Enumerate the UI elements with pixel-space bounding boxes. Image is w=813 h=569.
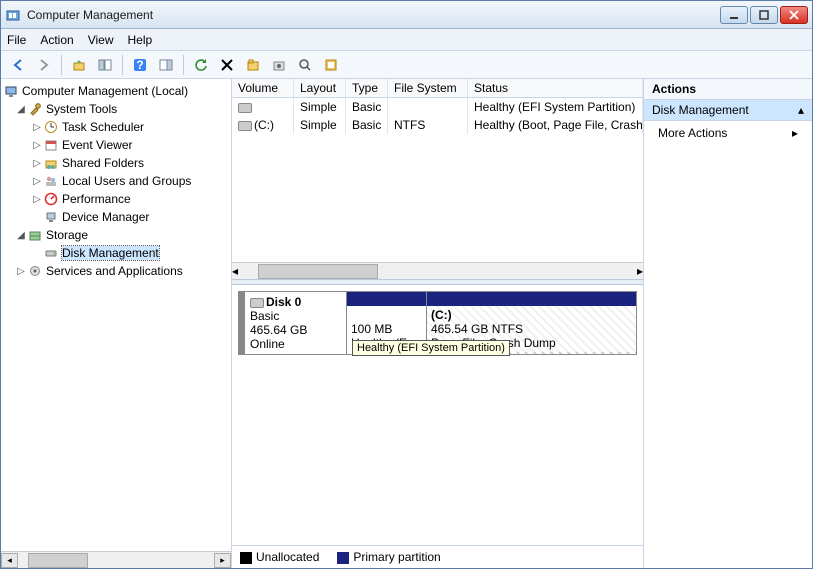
settings-button[interactable] bbox=[268, 54, 290, 76]
app-icon bbox=[5, 7, 21, 23]
window-title: Computer Management bbox=[27, 8, 720, 22]
disk-state: Online bbox=[250, 337, 341, 351]
tree-system-tools[interactable]: ◢ System Tools bbox=[1, 100, 231, 118]
col-status[interactable]: Status bbox=[468, 79, 643, 97]
collapse-icon[interactable]: ◢ bbox=[15, 230, 27, 241]
help-button[interactable]: ? bbox=[129, 54, 151, 76]
volume-row[interactable]: (C:) Simple Basic NTFS Healthy (Boot, Pa… bbox=[232, 116, 643, 134]
expand-icon[interactable]: ▷ bbox=[15, 266, 27, 277]
menubar: File Action View Help bbox=[1, 29, 812, 51]
tree-scrollbar[interactable]: ◂▸ bbox=[1, 551, 231, 568]
center-panel: Volume Layout Type File System Status Si… bbox=[232, 79, 644, 568]
volume-icon bbox=[238, 121, 252, 131]
actions-panel: Actions Disk Management ▴ More Actions ▸ bbox=[644, 79, 812, 568]
device-icon bbox=[43, 209, 59, 225]
expand-icon[interactable]: ▷ bbox=[31, 158, 43, 169]
tree-task-scheduler[interactable]: ▷ Task Scheduler bbox=[1, 118, 231, 136]
partition-size: 465.54 GB NTFS bbox=[431, 322, 632, 336]
minimize-button[interactable] bbox=[720, 6, 748, 24]
toolbar: ? bbox=[1, 51, 812, 79]
expand-icon[interactable]: ▷ bbox=[31, 122, 43, 133]
col-volume[interactable]: Volume bbox=[232, 79, 294, 97]
properties-button[interactable] bbox=[242, 54, 264, 76]
tree-storage[interactable]: ◢ Storage bbox=[1, 226, 231, 244]
storage-icon bbox=[27, 227, 43, 243]
event-icon bbox=[43, 137, 59, 153]
disk-icon bbox=[43, 245, 59, 261]
disk-label: Disk 0 bbox=[266, 295, 301, 309]
tree-disk-management[interactable]: Disk Management bbox=[1, 244, 231, 262]
expand-icon[interactable]: ▷ bbox=[31, 194, 43, 205]
users-icon bbox=[43, 173, 59, 189]
tree-event-viewer[interactable]: ▷ Event Viewer bbox=[1, 136, 231, 154]
computer-icon bbox=[3, 83, 19, 99]
back-button[interactable] bbox=[7, 54, 29, 76]
tools-icon bbox=[27, 101, 43, 117]
disk-info: Disk 0 Basic 465.64 GB Online bbox=[239, 292, 347, 354]
show-hide-tree-button[interactable] bbox=[94, 54, 116, 76]
collapse-icon[interactable]: ◢ bbox=[15, 104, 27, 115]
titlebar: Computer Management bbox=[1, 1, 812, 29]
close-button[interactable] bbox=[780, 6, 808, 24]
volume-list-header: Volume Layout Type File System Status bbox=[232, 79, 643, 98]
menu-help[interactable]: Help bbox=[128, 33, 153, 47]
forward-button[interactable] bbox=[33, 54, 55, 76]
navigation-tree-panel: Computer Management (Local) ◢ System Too… bbox=[1, 79, 232, 568]
shared-folder-icon bbox=[43, 155, 59, 171]
partition-size: 100 MB bbox=[351, 322, 422, 336]
actions-header: Actions bbox=[644, 79, 812, 100]
menu-file[interactable]: File bbox=[7, 33, 26, 47]
tree-root[interactable]: Computer Management (Local) bbox=[1, 82, 231, 100]
refresh-button[interactable] bbox=[190, 54, 212, 76]
maximize-button[interactable] bbox=[750, 6, 778, 24]
volume-row[interactable]: Simple Basic Healthy (EFI System Partiti… bbox=[232, 98, 643, 116]
volume-scrollbar[interactable]: ◂▸ bbox=[232, 262, 643, 279]
col-type[interactable]: Type bbox=[346, 79, 388, 97]
up-button[interactable] bbox=[68, 54, 90, 76]
clock-icon bbox=[43, 119, 59, 135]
submenu-icon: ▸ bbox=[792, 126, 798, 140]
extra-button[interactable] bbox=[320, 54, 342, 76]
svg-text:?: ? bbox=[136, 58, 143, 72]
legend: Unallocated Primary partition bbox=[232, 545, 643, 568]
legend-swatch-primary bbox=[337, 552, 349, 564]
partition-name: (C:) bbox=[431, 308, 452, 322]
volume-icon bbox=[238, 103, 252, 113]
services-icon bbox=[27, 263, 43, 279]
show-hide-action-button[interactable] bbox=[155, 54, 177, 76]
legend-swatch-unallocated bbox=[240, 552, 252, 564]
disk-icon bbox=[250, 298, 264, 308]
performance-icon bbox=[43, 191, 59, 207]
tree-services-apps[interactable]: ▷ Services and Applications bbox=[1, 262, 231, 280]
actions-more[interactable]: More Actions ▸ bbox=[644, 121, 812, 145]
expand-icon[interactable]: ▷ bbox=[31, 176, 43, 187]
col-filesystem[interactable]: File System bbox=[388, 79, 468, 97]
find-button[interactable] bbox=[294, 54, 316, 76]
actions-section[interactable]: Disk Management ▴ bbox=[644, 100, 812, 121]
menu-action[interactable]: Action bbox=[40, 33, 73, 47]
expand-icon[interactable]: ▷ bbox=[31, 140, 43, 151]
disk-type: Basic bbox=[250, 309, 341, 323]
tree-local-users[interactable]: ▷ Local Users and Groups bbox=[1, 172, 231, 190]
tree-device-manager[interactable]: Device Manager bbox=[1, 208, 231, 226]
disk-size: 465.64 GB bbox=[250, 323, 341, 337]
collapse-icon: ▴ bbox=[798, 103, 804, 117]
col-layout[interactable]: Layout bbox=[294, 79, 346, 97]
menu-view[interactable]: View bbox=[88, 33, 114, 47]
tree-performance[interactable]: ▷ Performance bbox=[1, 190, 231, 208]
tooltip: Healthy (EFI System Partition) bbox=[352, 340, 510, 356]
tree-shared-folders[interactable]: ▷ Shared Folders bbox=[1, 154, 231, 172]
delete-button[interactable] bbox=[216, 54, 238, 76]
